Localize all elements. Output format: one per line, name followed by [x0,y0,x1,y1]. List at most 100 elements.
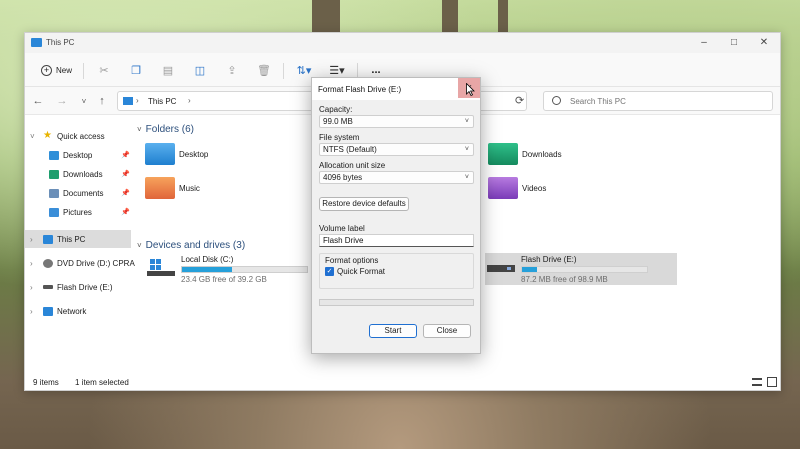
sidebar-item-label: This PC [57,234,86,244]
copy-icon[interactable]: ❐ [129,63,143,77]
see-more-button[interactable]: ... [369,63,383,77]
drive-flash-e[interactable]: Flash Drive (E:) 87.2 MB free of 98.9 MB [485,253,677,285]
folder-label: Music [179,183,200,193]
start-button[interactable]: Start [369,324,417,338]
drive-free-space: 23.4 GB free of 39.2 GB [181,275,267,284]
folder-downloads[interactable]: Downloads [488,141,562,167]
expand-chevron-icon[interactable]: › [30,259,33,268]
maximize-button[interactable]: □ [719,35,749,51]
folders-group-header[interactable]: ˅ Folders (6) [137,124,194,135]
sidebar-item-quick-access[interactable]: ˅ ★ Quick access [25,127,131,145]
collapse-chevron-icon[interactable]: ˅ [137,125,142,134]
quick-format-label[interactable]: Quick Format [337,267,385,276]
sidebar-item-downloads[interactable]: Downloads 📌 [25,165,131,183]
sidebar-item-desktop[interactable]: Desktop 📌 [25,146,131,164]
capacity-select[interactable]: 99.0 MB ˅ [319,115,474,128]
format-dialog: Format Flash Drive (E:) × Capacity: 99.0… [311,77,481,354]
navigation-pane: ˅ ★ Quick access Desktop 📌 Downloads 📌 D… [25,121,135,376]
details-view-icon[interactable] [752,378,762,386]
sidebar-item-dvd-drive[interactable]: › DVD Drive (D:) CPRA [25,254,135,272]
cut-icon[interactable]: ✂ [97,63,111,77]
collapse-chevron-icon[interactable]: ˅ [137,241,142,250]
drives-group-header[interactable]: ˅ Devices and drives (3) [137,240,245,251]
forward-arrow-icon[interactable]: → [55,94,69,108]
downloads-folder-icon [488,143,518,165]
pin-icon: 📌 [121,171,130,178]
chevron-down-icon: ˅ [464,118,469,125]
drive-usage-fill [522,267,537,272]
up-arrow-icon[interactable]: ↑ [95,94,109,108]
dvd-drive-icon [43,258,53,268]
volume-label-label: Volume label [319,224,365,233]
tiles-view-icon[interactable] [767,377,777,387]
sidebar-item-label: DVD Drive (D:) CPRA [57,258,135,268]
folder-music[interactable]: Music [145,175,200,201]
search-box[interactable] [543,91,773,111]
minimize-button[interactable]: – [689,35,719,51]
videos-folder-icon [488,177,518,199]
sidebar-item-pictures[interactable]: Pictures 📌 [25,203,131,221]
close-button[interactable]: Close [423,324,471,338]
delete-icon[interactable]: 🗑 [257,63,271,77]
sidebar-item-documents[interactable]: Documents 📌 [25,184,131,202]
music-folder-icon [145,177,175,199]
usb-drive-icon [487,258,515,276]
search-input[interactable] [570,97,760,106]
folder-desktop[interactable]: Desktop [145,141,208,167]
drive-local-disk-c[interactable]: Local Disk (C:) 23.4 GB free of 39.2 GB [145,253,315,284]
share-icon[interactable]: ⇪ [225,63,239,77]
desktop-folder-icon [145,143,175,165]
sidebar-item-flash-drive[interactable]: › Flash Drive (E:) [25,278,131,296]
sidebar-item-this-pc[interactable]: › This PC [25,230,131,248]
capacity-value: 99.0 MB [323,117,353,126]
expand-chevron-icon[interactable]: › [30,307,33,316]
sidebar-item-label: Documents [63,188,104,198]
folder-label: Desktop [179,149,209,159]
file-system-value: NTFS (Default) [323,145,377,154]
refresh-icon[interactable]: ⟳ [515,94,524,107]
sidebar-item-network[interactable]: › Network [25,302,131,320]
this-pc-icon [31,38,42,47]
recent-chevron-icon[interactable]: ˅ [77,94,91,108]
drive-usage-fill [182,267,232,272]
drives-group-title: Devices and drives (3) [145,240,246,251]
view-icon[interactable]: ☰▾ [325,63,349,77]
folder-label: Downloads [522,149,562,159]
breadcrumb[interactable]: This PC [148,97,176,106]
rename-icon[interactable]: ◫ [193,63,207,77]
drive-free-space: 87.2 MB free of 98.9 MB [521,275,608,284]
restore-defaults-button[interactable]: Restore device defaults [319,197,409,211]
pictures-icon [49,207,59,217]
chevron-down-icon: ˅ [464,174,469,181]
sort-icon[interactable]: ⇅▾ [293,63,315,77]
close-window-button[interactable]: ✕ [749,35,779,51]
allocation-unit-select[interactable]: 4096 bytes ˅ [319,171,474,184]
file-system-select[interactable]: NTFS (Default) ˅ [319,143,474,156]
folder-videos[interactable]: Videos [488,175,546,201]
expand-chevron-icon[interactable]: › [30,283,33,292]
expand-chevron-icon[interactable]: › [30,235,33,244]
toolbar-separator [83,63,84,79]
documents-icon [49,188,59,198]
windows-drive-icon [147,258,175,276]
format-options-label: Format options [325,256,379,265]
quick-format-checkbox[interactable]: ✓ [325,267,334,276]
paste-icon[interactable]: ▤ [161,63,175,77]
breadcrumb-chevron-icon: › [188,96,191,105]
format-options-group: Format options ✓ Quick Format [319,253,474,289]
toolbar-separator [283,63,284,79]
expand-chevron-icon[interactable]: ˅ [30,132,35,141]
status-bar: 9 items 1 item selected [25,374,780,390]
downloads-icon [49,169,59,179]
drive-name: Local Disk (C:) [181,255,234,264]
folder-label: Videos [522,183,547,193]
dialog-title: Format Flash Drive (E:) [318,85,402,94]
back-arrow-icon[interactable]: ← [31,94,45,108]
window-title: This PC [46,38,75,47]
new-button[interactable]: + New [35,61,78,79]
sidebar-item-label: Network [57,306,87,316]
drive-usage-bar [181,266,308,273]
volume-label-input[interactable] [319,234,474,247]
selection-count: 1 item selected [75,378,129,387]
drive-usage-bar [521,266,648,273]
